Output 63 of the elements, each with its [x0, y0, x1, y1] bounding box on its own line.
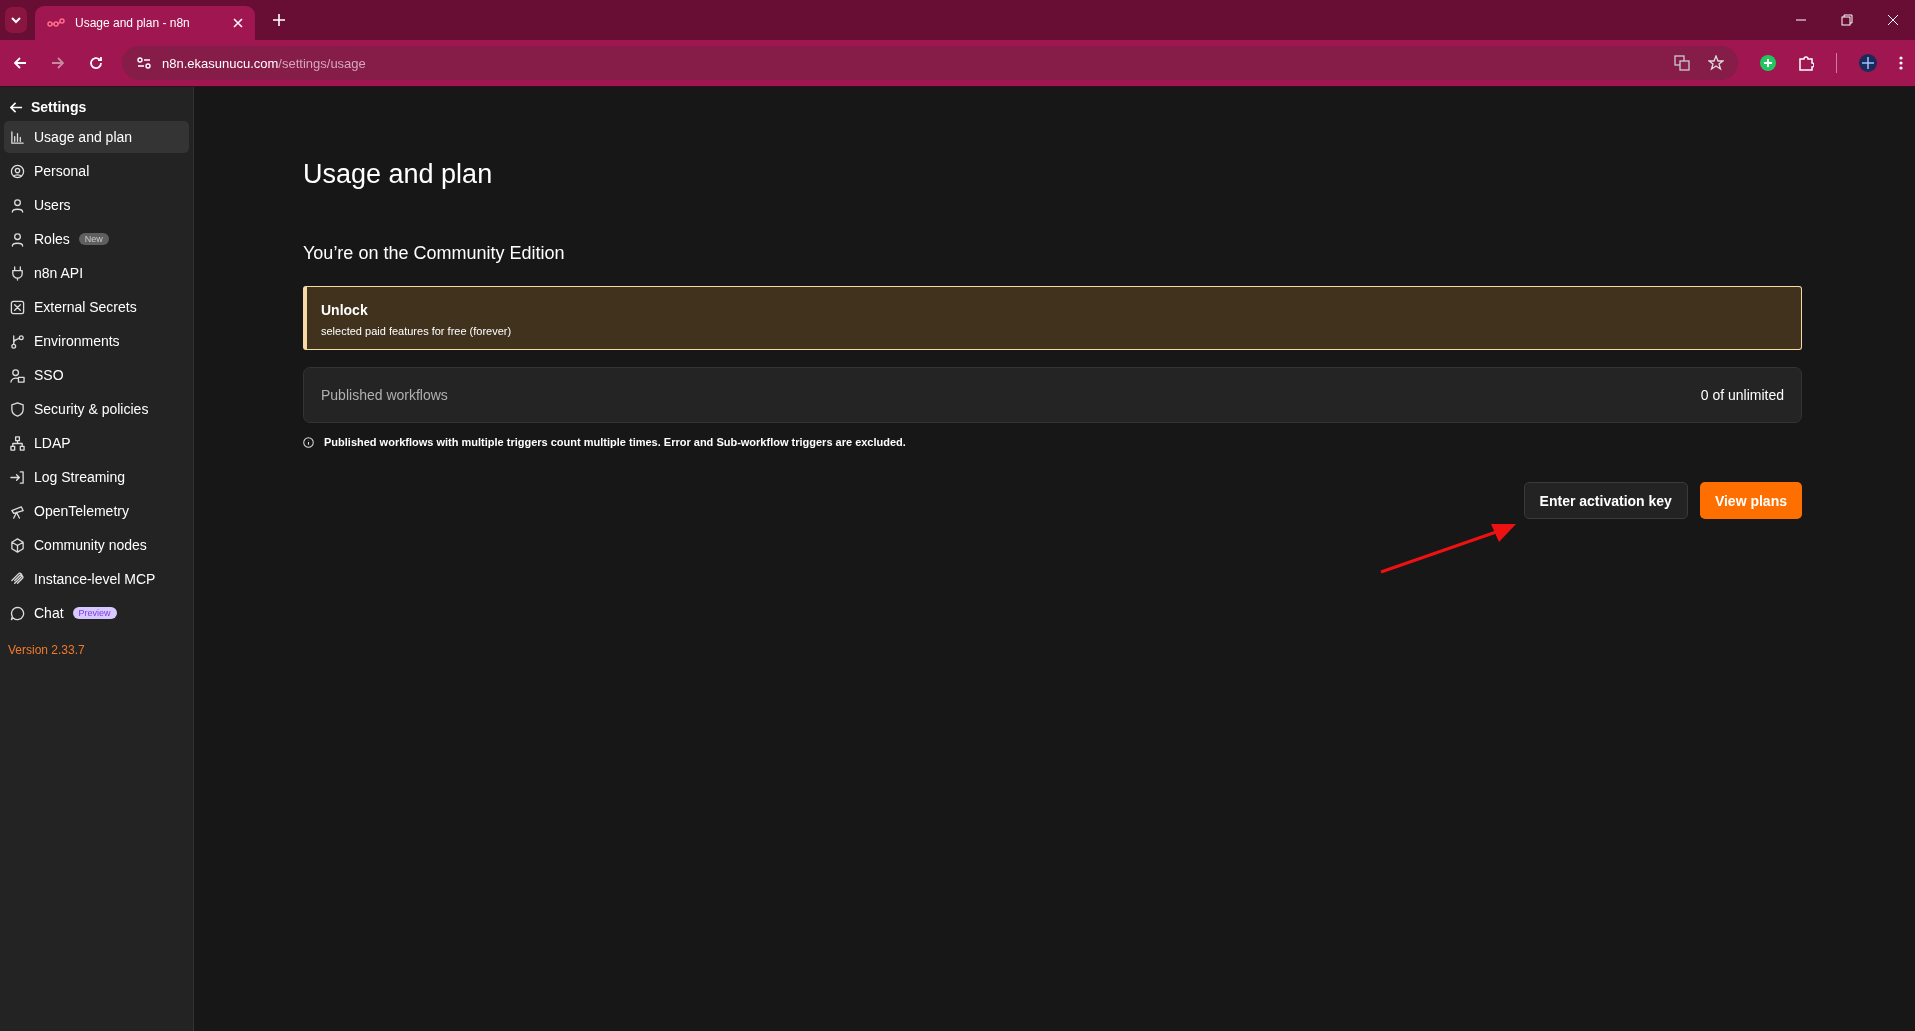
version-label: Version 2.33.7: [7, 642, 86, 659]
tab-title: Usage and plan - n8n: [75, 16, 191, 30]
close-icon[interactable]: [233, 18, 243, 28]
sidebar-item[interactable]: Environments: [4, 325, 189, 357]
page-title: Usage and plan: [303, 159, 494, 190]
chevron-down-icon: [10, 14, 22, 26]
user-icon: [10, 197, 25, 213]
more-menu-icon[interactable]: [1899, 55, 1903, 71]
square-x-icon: [10, 299, 25, 315]
user-icon: [10, 231, 25, 247]
sidebar-item[interactable]: SSO: [4, 359, 189, 391]
tab-list-button[interactable]: [5, 7, 27, 33]
sidebar-item[interactable]: Chat Preview: [4, 597, 189, 629]
info-note: Published workflows with multiple triggers count multiple times. Error and Sub-workflow triggers are excluded.: [324, 436, 906, 448]
workflow-logo-icon: [47, 18, 65, 28]
user-circle-icon: [10, 163, 25, 179]
badge-label: New: [78, 233, 109, 245]
sidebar-item[interactable]: External Secrets: [4, 291, 189, 323]
sidebar-item[interactable]: Security & policies: [4, 393, 189, 425]
badge-label: Preview: [72, 607, 117, 619]
sidebar-item[interactable]: n8n API: [4, 257, 189, 289]
restore-icon[interactable]: [1841, 14, 1853, 26]
sidebar-item[interactable]: Log Streaming: [4, 461, 189, 493]
reload-icon[interactable]: [88, 55, 104, 71]
activation-key-button[interactable]: Enter activation key: [1523, 482, 1688, 519]
close-icon[interactable]: [1887, 14, 1899, 26]
telescope-icon: [10, 503, 25, 519]
translate-icon[interactable]: [1674, 55, 1690, 71]
sidebar-item[interactable]: Personal: [4, 155, 189, 187]
browser-tab[interactable]: Usage and plan - n8n: [35, 6, 255, 40]
callout-title: Unlock: [321, 302, 369, 318]
usage-label: Published workflows: [321, 387, 448, 403]
puzzle-icon[interactable]: [1798, 55, 1814, 71]
network-icon: [10, 435, 25, 451]
sidebar-item[interactable]: LDAP: [4, 427, 189, 459]
sidebar-item[interactable]: Instance-level MCP: [4, 563, 189, 595]
back-icon[interactable]: [12, 55, 28, 71]
cube-icon: [10, 537, 25, 553]
sidebar-item[interactable]: OpenTelemetry: [4, 495, 189, 527]
new-tab-icon[interactable]: [273, 14, 285, 26]
plug-icon: [10, 265, 25, 281]
sidebar-item[interactable]: Community nodes: [4, 529, 189, 561]
sidebar-item[interactable]: Usage and plan: [4, 121, 189, 153]
plan-subtitle: You’re on the Community Edition: [303, 243, 566, 264]
shield-icon: [10, 401, 25, 417]
address-field[interactable]: n8n.ekasunucu.com/settings/usage: [122, 46, 1738, 80]
sidebar-item[interactable]: Roles New: [4, 223, 189, 255]
callout-text: selected paid features for free (forever): [321, 325, 513, 337]
back-arrow-icon: [10, 100, 23, 114]
user-lock-icon: [10, 367, 25, 383]
bookmark-star-icon[interactable]: [1708, 55, 1724, 71]
usage-value: 0 of unlimited: [1700, 387, 1784, 403]
bar-chart-icon: [10, 129, 25, 145]
info-icon: [303, 436, 314, 448]
sidebar-item[interactable]: Users: [4, 189, 189, 221]
site-settings-icon[interactable]: [136, 55, 152, 71]
settings-back-link[interactable]: Settings: [4, 95, 93, 119]
branch-icon: [10, 333, 25, 349]
profile-avatar-icon[interactable]: [1859, 54, 1877, 72]
forward-icon[interactable]: [50, 55, 66, 71]
extension-plus-icon[interactable]: [1760, 55, 1776, 71]
chat-bubble-icon: [10, 605, 25, 621]
log-in-icon: [10, 469, 25, 485]
